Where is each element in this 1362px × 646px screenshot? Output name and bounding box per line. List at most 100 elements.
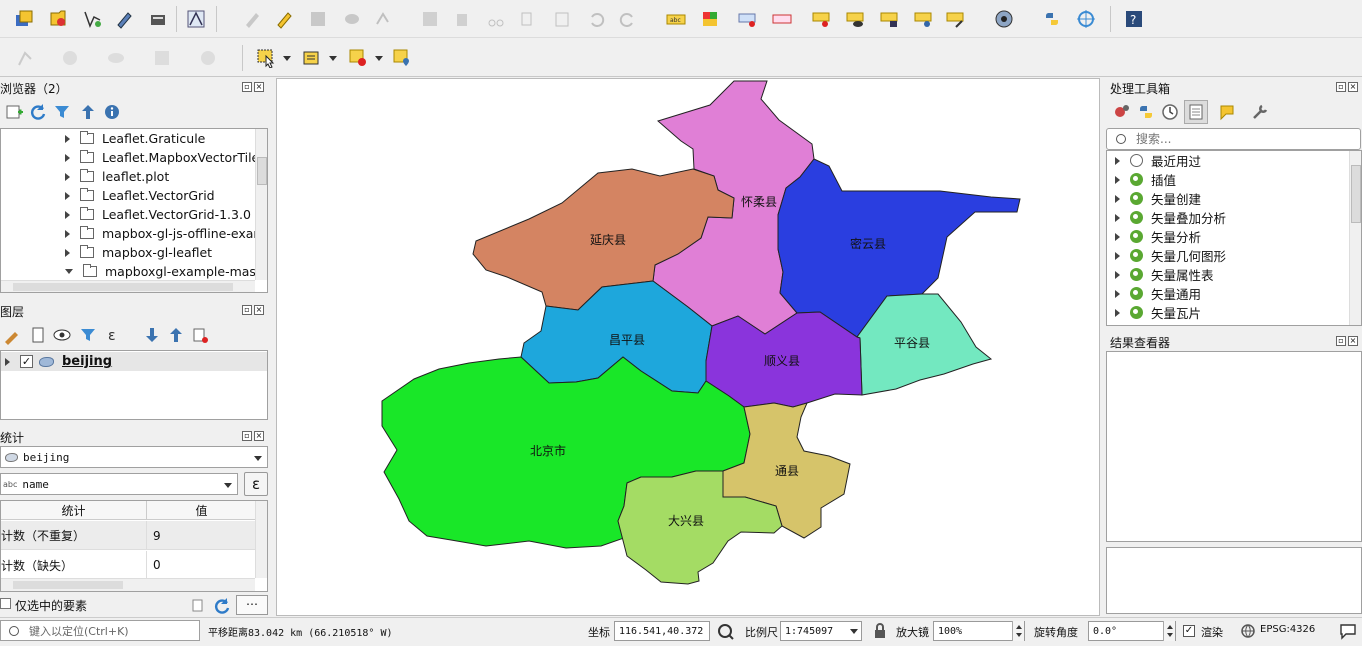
magnifier-field[interactable]: 100% bbox=[933, 621, 1025, 641]
python-scripts-icon[interactable] bbox=[1134, 100, 1158, 124]
stats-layer-select[interactable]: beijing bbox=[0, 446, 268, 468]
chevron-down-icon[interactable] bbox=[221, 476, 235, 494]
chevron-down-icon[interactable] bbox=[251, 449, 265, 467]
chevron-right-icon[interactable] bbox=[65, 229, 70, 238]
rotation-field[interactable]: 0.0° bbox=[1088, 621, 1176, 641]
close-icon[interactable]: × bbox=[1348, 336, 1358, 346]
toolbox-item[interactable]: 矢量属性表 bbox=[1115, 265, 1214, 284]
toolbox-scrollbar[interactable] bbox=[1349, 151, 1361, 325]
label-rotate-icon[interactable] bbox=[878, 7, 902, 31]
browser-item[interactable]: mapbox-gl-js-offline-exam bbox=[65, 224, 266, 243]
expression-filter-icon[interactable]: ε bbox=[102, 323, 126, 347]
table-row[interactable]: 计数（缺失） 0 bbox=[1, 551, 255, 579]
toolbox-item[interactable]: 矢量创建 bbox=[1115, 189, 1201, 208]
selected-only-checkbox[interactable] bbox=[0, 598, 11, 609]
expand-all-icon[interactable] bbox=[140, 323, 164, 347]
table-row[interactable]: 计数（不重复） 9 bbox=[1, 521, 255, 550]
label-show-icon[interactable] bbox=[844, 7, 868, 31]
add-feature-icon[interactable] bbox=[340, 7, 364, 31]
copy-icon[interactable] bbox=[516, 7, 540, 31]
edit-features-icon[interactable] bbox=[1216, 100, 1240, 124]
float-icon[interactable]: ▫ bbox=[242, 82, 252, 92]
crs-label[interactable]: EPSG:4326 bbox=[1260, 624, 1315, 635]
browser-item[interactable]: Leaflet.MapboxVectorTile bbox=[65, 148, 259, 167]
select-value-dropdown[interactable] bbox=[326, 49, 340, 67]
browser-dock-buttons[interactable]: ▫ × bbox=[242, 82, 264, 92]
locator-bar[interactable]: 键入以定位(Ctrl+K) bbox=[0, 620, 200, 641]
magnifier-spinner[interactable] bbox=[1012, 621, 1024, 641]
coordinate-field[interactable]: 116.541,40.372 bbox=[614, 621, 710, 641]
select-radius-disabled-icon[interactable] bbox=[58, 46, 82, 70]
stats-hscrollbar[interactable] bbox=[1, 578, 255, 591]
map-canvas[interactable]: 怀柔县 延庆县 密云县 平谷县 昌平县 顺义县 北京市 通县 大兴县 bbox=[276, 78, 1100, 616]
toolbox-item[interactable]: 矢量通用 bbox=[1115, 284, 1201, 303]
crs-globe-icon[interactable] bbox=[1236, 619, 1260, 643]
render-checkbox[interactable]: ✓ bbox=[1183, 625, 1195, 637]
chevron-down-icon[interactable] bbox=[65, 269, 73, 274]
close-icon[interactable]: × bbox=[254, 305, 264, 315]
toggle-extents-icon[interactable] bbox=[714, 619, 738, 643]
info-icon[interactable] bbox=[100, 100, 124, 124]
float-icon[interactable]: ▫ bbox=[242, 431, 252, 441]
chevron-right-icon[interactable] bbox=[1115, 213, 1120, 222]
lock-icon[interactable] bbox=[868, 619, 892, 643]
chevron-right-icon[interactable] bbox=[1115, 232, 1120, 241]
float-icon[interactable]: ▫ bbox=[1336, 336, 1346, 346]
close-icon[interactable]: × bbox=[254, 431, 264, 441]
browser-hscrollbar[interactable] bbox=[1, 280, 255, 292]
select-polygon-disabled-icon[interactable] bbox=[150, 46, 174, 70]
browser-item[interactable]: leaflet.plot bbox=[65, 167, 169, 186]
label-pin-icon[interactable] bbox=[736, 7, 760, 31]
layer-row-beijing[interactable]: ✓ beijing bbox=[1, 352, 267, 371]
redo-icon[interactable] bbox=[616, 7, 640, 31]
chevron-right-icon[interactable] bbox=[65, 134, 70, 143]
data-source-icon[interactable] bbox=[146, 7, 170, 31]
layer-checkbox[interactable]: ✓ bbox=[20, 355, 33, 368]
deselect-icon[interactable] bbox=[346, 46, 370, 70]
toolbox-item[interactable]: 最近用过 bbox=[1115, 151, 1201, 170]
select-freehand-disabled-icon[interactable] bbox=[104, 46, 128, 70]
chevron-right-icon[interactable] bbox=[65, 153, 70, 162]
toolbox-item[interactable]: 矢量瓦片 bbox=[1115, 303, 1201, 322]
digitize-icon[interactable] bbox=[80, 7, 104, 31]
stat-column-header[interactable]: 统计 bbox=[1, 501, 147, 520]
models-icon[interactable] bbox=[1110, 100, 1134, 124]
chevron-right-icon[interactable] bbox=[1115, 308, 1120, 317]
paste-icon[interactable] bbox=[550, 7, 574, 31]
help-icon[interactable]: ? bbox=[1122, 7, 1146, 31]
toolbox-item[interactable]: 矢量叠加分析 bbox=[1115, 208, 1226, 227]
chevron-right-icon[interactable] bbox=[1115, 194, 1120, 203]
toolbox-dock-buttons[interactable]: ▫ × bbox=[1336, 82, 1358, 92]
chevron-right-icon[interactable] bbox=[1115, 270, 1120, 279]
history-icon[interactable] bbox=[1158, 100, 1182, 124]
scroll-thumb[interactable] bbox=[257, 157, 267, 185]
pencil-icon[interactable] bbox=[272, 7, 296, 31]
browser-item[interactable]: Leaflet.VectorGrid bbox=[65, 186, 215, 205]
chevron-right-icon[interactable] bbox=[65, 172, 70, 181]
chevron-right-icon[interactable] bbox=[1115, 175, 1120, 184]
label-change-icon[interactable] bbox=[912, 7, 936, 31]
deselect-dropdown[interactable] bbox=[372, 49, 386, 67]
stats-field-select[interactable]: abc name bbox=[0, 473, 238, 495]
select-location-icon[interactable] bbox=[390, 46, 414, 70]
scroll-thumb[interactable] bbox=[1351, 165, 1361, 223]
chevron-right-icon[interactable] bbox=[65, 210, 70, 219]
georef-icon[interactable] bbox=[1074, 7, 1098, 31]
filter-icon[interactable] bbox=[50, 100, 74, 124]
close-icon[interactable]: × bbox=[1348, 82, 1358, 92]
select-features-icon[interactable] bbox=[254, 46, 278, 70]
select-dropdown[interactable] bbox=[280, 49, 294, 67]
browser-item[interactable]: Leaflet.VectorGrid-1.3.0 bbox=[65, 205, 251, 224]
toolbox-search[interactable] bbox=[1106, 128, 1361, 150]
label-abc-icon[interactable]: abc bbox=[664, 7, 688, 31]
globe-plugin-icon[interactable] bbox=[992, 7, 1016, 31]
browser-item[interactable]: mapbox-gl-leaflet bbox=[65, 243, 212, 262]
stats-dock-buttons[interactable]: ▫ × bbox=[242, 431, 264, 441]
more-button[interactable]: ⋯ bbox=[236, 595, 268, 615]
value-column-header[interactable]: 值 bbox=[148, 501, 255, 520]
cut-icon[interactable] bbox=[484, 7, 508, 31]
browser-item[interactable]: mapboxgl-example-maste bbox=[65, 262, 267, 281]
chevron-right-icon[interactable] bbox=[65, 191, 70, 200]
chevron-right-icon[interactable] bbox=[1115, 156, 1120, 165]
open-project-icon[interactable] bbox=[12, 7, 36, 31]
